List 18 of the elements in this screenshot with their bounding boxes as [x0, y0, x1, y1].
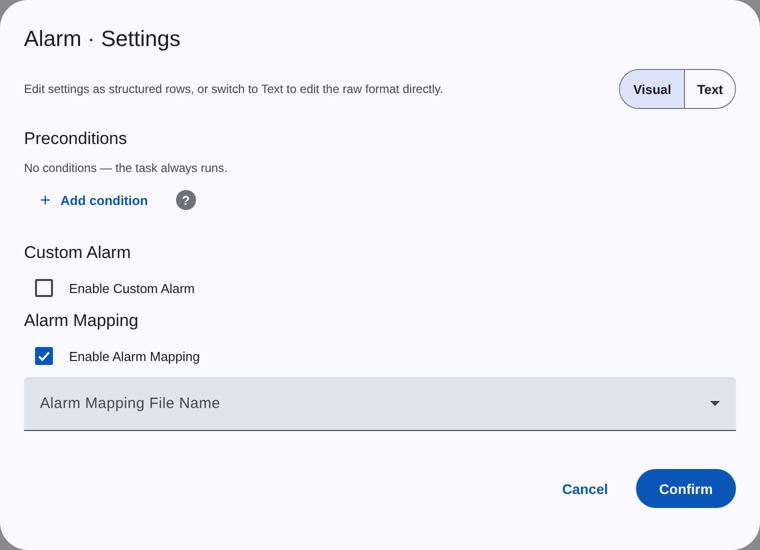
section-heading: Alarm Mapping: [24, 310, 140, 332]
file-name-dropdown[interactable]: Alarm Mapping File Name: [24, 377, 736, 431]
add-condition-button[interactable]: + Add condition: [36, 185, 152, 215]
checkbox[interactable]: [35, 347, 53, 365]
dropdown-arrow-icon: [710, 401, 720, 406]
section-heading: Preconditions: [24, 128, 128, 150]
dialog-title: Alarm · Settings: [24, 25, 182, 53]
checkbox[interactable]: [35, 279, 53, 297]
mode-tab[interactable]: Text: [684, 70, 735, 108]
section-heading: Custom Alarm: [24, 242, 132, 264]
confirm-button[interactable]: Confirm: [636, 469, 736, 508]
description-text: Edit settings as structured rows, or switch to Text to edit the raw format directly.: [24, 82, 444, 96]
help-button[interactable]: ?: [176, 190, 196, 210]
checkbox-label: Enable Alarm Mapping: [69, 348, 200, 364]
mode-tab[interactable]: Visual: [620, 70, 684, 108]
checkbox-label: Enable Custom Alarm: [69, 280, 195, 296]
cancel-button[interactable]: Cancel: [558, 470, 612, 506]
conditions-note: No conditions — the task always runs.: [24, 161, 228, 175]
